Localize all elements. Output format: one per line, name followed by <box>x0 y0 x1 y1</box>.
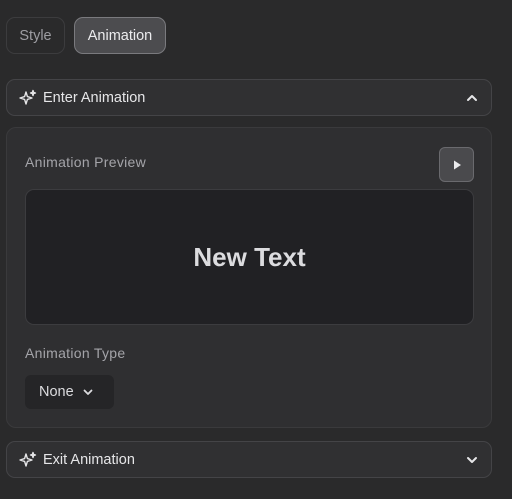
exit-animation-title: Exit Animation <box>43 451 135 468</box>
play-button[interactable] <box>439 147 474 182</box>
play-icon <box>453 160 461 169</box>
tab-bar: Style Animation <box>6 17 166 54</box>
enter-animation-panel: Animation Preview New Text Animation Typ… <box>6 127 492 428</box>
exit-animation-header[interactable]: Exit Animation <box>6 441 492 478</box>
chevron-down-icon[interactable] <box>465 453 479 467</box>
animation-type-label: Animation Type <box>25 345 126 361</box>
animation-preview-label: Animation Preview <box>25 154 147 170</box>
tab-animation[interactable]: Animation <box>74 17 166 54</box>
animation-type-select[interactable]: None <box>25 375 114 409</box>
enter-animation-header[interactable]: Enter Animation <box>6 79 492 116</box>
enter-animation-title: Enter Animation <box>43 89 146 106</box>
sparkles-icon <box>19 89 37 107</box>
chevron-down-icon <box>82 386 94 398</box>
sparkles-icon <box>19 451 37 469</box>
tab-style[interactable]: Style <box>6 17 65 54</box>
animation-preview-area: New Text <box>25 189 474 325</box>
preview-text: New Text <box>193 241 306 272</box>
animation-type-value: None <box>39 384 74 400</box>
chevron-up-icon[interactable] <box>465 91 479 105</box>
